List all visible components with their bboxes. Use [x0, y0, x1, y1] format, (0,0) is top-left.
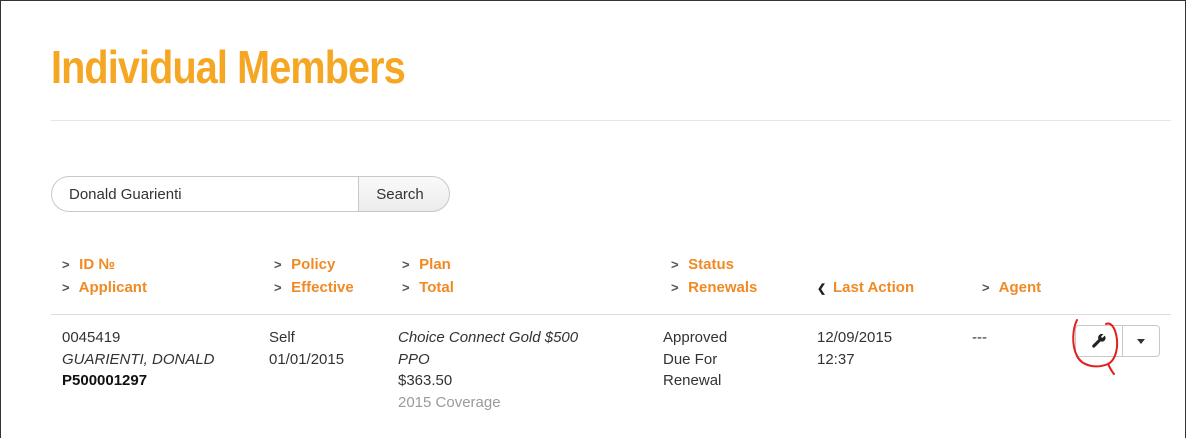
actions-dropdown-button[interactable]: [1123, 325, 1160, 357]
chevron-right-icon: >: [274, 257, 282, 272]
column-header-plan-total: > Plan > Total: [402, 253, 454, 299]
title-divider: [51, 120, 1171, 121]
agent-value: ---: [972, 329, 987, 346]
chevron-right-icon: >: [982, 280, 990, 295]
chevron-right-icon: >: [274, 280, 282, 295]
sort-effective-link[interactable]: > Effective: [274, 276, 354, 299]
page-title: Individual Members: [51, 41, 406, 93]
chevron-right-icon: >: [402, 257, 410, 272]
red-circle-annotation: [1072, 319, 1119, 375]
sort-status-link[interactable]: > Status: [671, 253, 757, 276]
chevron-right-icon: >: [62, 280, 70, 295]
chevron-right-icon: >: [671, 280, 679, 295]
cell-agent: ---: [972, 327, 987, 349]
sort-id-link[interactable]: > ID №: [62, 253, 147, 276]
search-input[interactable]: [51, 176, 358, 212]
status-value: Approved: [663, 329, 728, 346]
column-header-id-applicant: > ID № > Applicant: [62, 253, 147, 299]
cell-status-renewals: Approved Due For Renewal: [663, 327, 727, 392]
effective-date: 01/01/2015: [269, 350, 345, 368]
cell-last-action: 12/09/2015 12:37: [817, 327, 892, 370]
applicant-name: GUARIENTI, DONALD: [62, 350, 215, 368]
sort-last-action-link[interactable]: ❮ Last Action: [817, 276, 914, 301]
member-code: P500001297: [62, 372, 148, 389]
chevron-right-icon: >: [402, 280, 410, 295]
caret-down-icon: [1137, 338, 1145, 344]
last-action-time: 12:37: [817, 350, 855, 368]
cell-plan-total: Choice Connect Gold $500 PPO $363.50 201…: [398, 327, 578, 413]
sort-policy-link[interactable]: > Policy: [274, 253, 354, 276]
cell-policy-effective: Self 01/01/2015: [269, 327, 344, 370]
last-action-date: 12/09/2015: [817, 329, 893, 346]
cell-id-applicant: 0045419 GUARIENTI, DONALD P500001297: [62, 327, 215, 392]
sort-plan-link[interactable]: > Plan: [402, 253, 454, 276]
chevron-down-icon: ❮: [817, 283, 827, 295]
renewal-line2: Renewal: [663, 372, 722, 389]
plan-name-line2: PPO: [398, 350, 430, 368]
sort-total-link[interactable]: > Total: [402, 276, 454, 299]
header-divider: [51, 314, 1171, 315]
renewal-line1: Due For: [663, 350, 718, 368]
column-header-status-renewals: > Status > Renewals: [671, 253, 757, 299]
sort-agent-link[interactable]: > Agent: [982, 276, 1041, 299]
chevron-right-icon: >: [671, 257, 679, 272]
total-value: $363.50: [398, 372, 453, 389]
search-button[interactable]: Search: [358, 176, 450, 212]
sort-renewals-link[interactable]: > Renewals: [671, 276, 757, 299]
member-id: 0045419: [62, 329, 121, 346]
sort-applicant-link[interactable]: > Applicant: [62, 276, 147, 299]
policy-value: Self: [269, 329, 295, 346]
chevron-right-icon: >: [62, 257, 70, 272]
column-header-policy-effective: > Policy > Effective: [274, 253, 354, 299]
coverage-year: 2015 Coverage: [398, 393, 501, 411]
search-bar: Search: [51, 176, 450, 212]
plan-name-line1: Choice Connect Gold $500: [398, 329, 579, 346]
